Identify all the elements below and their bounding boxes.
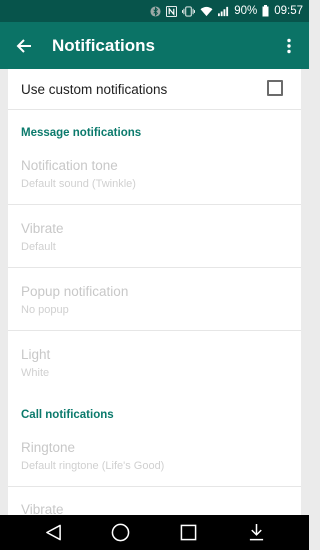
call-vibrate-item[interactable]: Vibrate — [21, 502, 301, 515]
signal-icon — [218, 6, 229, 17]
app-bar: Notifications — [0, 22, 309, 69]
battery-icon — [262, 5, 269, 17]
bluetooth-icon — [150, 5, 161, 17]
popup-notification-item[interactable]: Popup notification No popup — [21, 284, 301, 346]
item-subtitle: Default sound (Twinkle) — [21, 178, 136, 190]
more-options-button[interactable] — [269, 22, 309, 69]
ringtone-item[interactable]: Ringtone Default ringtone (Life's Good) — [21, 440, 301, 502]
home-circle-icon — [111, 523, 129, 542]
status-bar: 90% 09:57 — [0, 0, 309, 22]
divider — [8, 330, 301, 331]
nav-back-button[interactable] — [33, 515, 73, 550]
use-custom-notifications-row[interactable]: Use custom notifications — [8, 69, 301, 110]
back-triangle-icon — [45, 524, 61, 541]
divider — [8, 486, 301, 487]
wifi-icon — [200, 6, 213, 17]
notification-tone-item[interactable]: Notification tone Default sound (Twinkle… — [21, 158, 301, 220]
clock: 09:57 — [274, 5, 303, 17]
item-title: Popup notification — [21, 284, 129, 299]
navigation-bar — [0, 515, 309, 550]
item-title: Vibrate — [21, 221, 64, 236]
nfc-icon — [166, 5, 178, 17]
item-subtitle: White — [21, 367, 50, 379]
item-title: Ringtone — [21, 440, 76, 455]
notification-pulldown-icon — [249, 524, 263, 541]
use-custom-notifications-label: Use custom notifications — [21, 81, 168, 97]
item-subtitle: Default ringtone (Life's Good) — [21, 460, 165, 472]
item-title: Vibrate — [21, 502, 64, 515]
light-item[interactable]: Light White — [21, 347, 301, 409]
more-vert-icon — [287, 38, 291, 53]
vibrate-icon — [182, 5, 196, 17]
nav-notification-button[interactable] — [236, 515, 276, 550]
back-button[interactable] — [0, 22, 48, 69]
item-title: Light — [21, 347, 51, 362]
battery-percent: 90% — [234, 5, 258, 17]
item-subtitle: No popup — [21, 304, 69, 316]
vibrate-item[interactable]: Vibrate Default — [21, 221, 301, 283]
page-title: Notifications — [52, 35, 155, 55]
use-custom-notifications-checkbox[interactable] — [267, 80, 283, 96]
call-notifications-header: Call notifications — [21, 409, 114, 421]
nav-recents-button[interactable] — [168, 515, 208, 550]
message-notifications-header: Message notifications — [21, 127, 142, 139]
settings-list: Use custom notifications Message notific… — [8, 69, 301, 515]
divider — [8, 204, 301, 205]
item-subtitle: Default — [21, 241, 56, 253]
arrow-back-icon — [16, 38, 31, 53]
divider — [8, 267, 301, 268]
recents-square-icon — [180, 524, 196, 541]
nav-home-button[interactable] — [100, 515, 140, 550]
item-title: Notification tone — [21, 158, 118, 173]
